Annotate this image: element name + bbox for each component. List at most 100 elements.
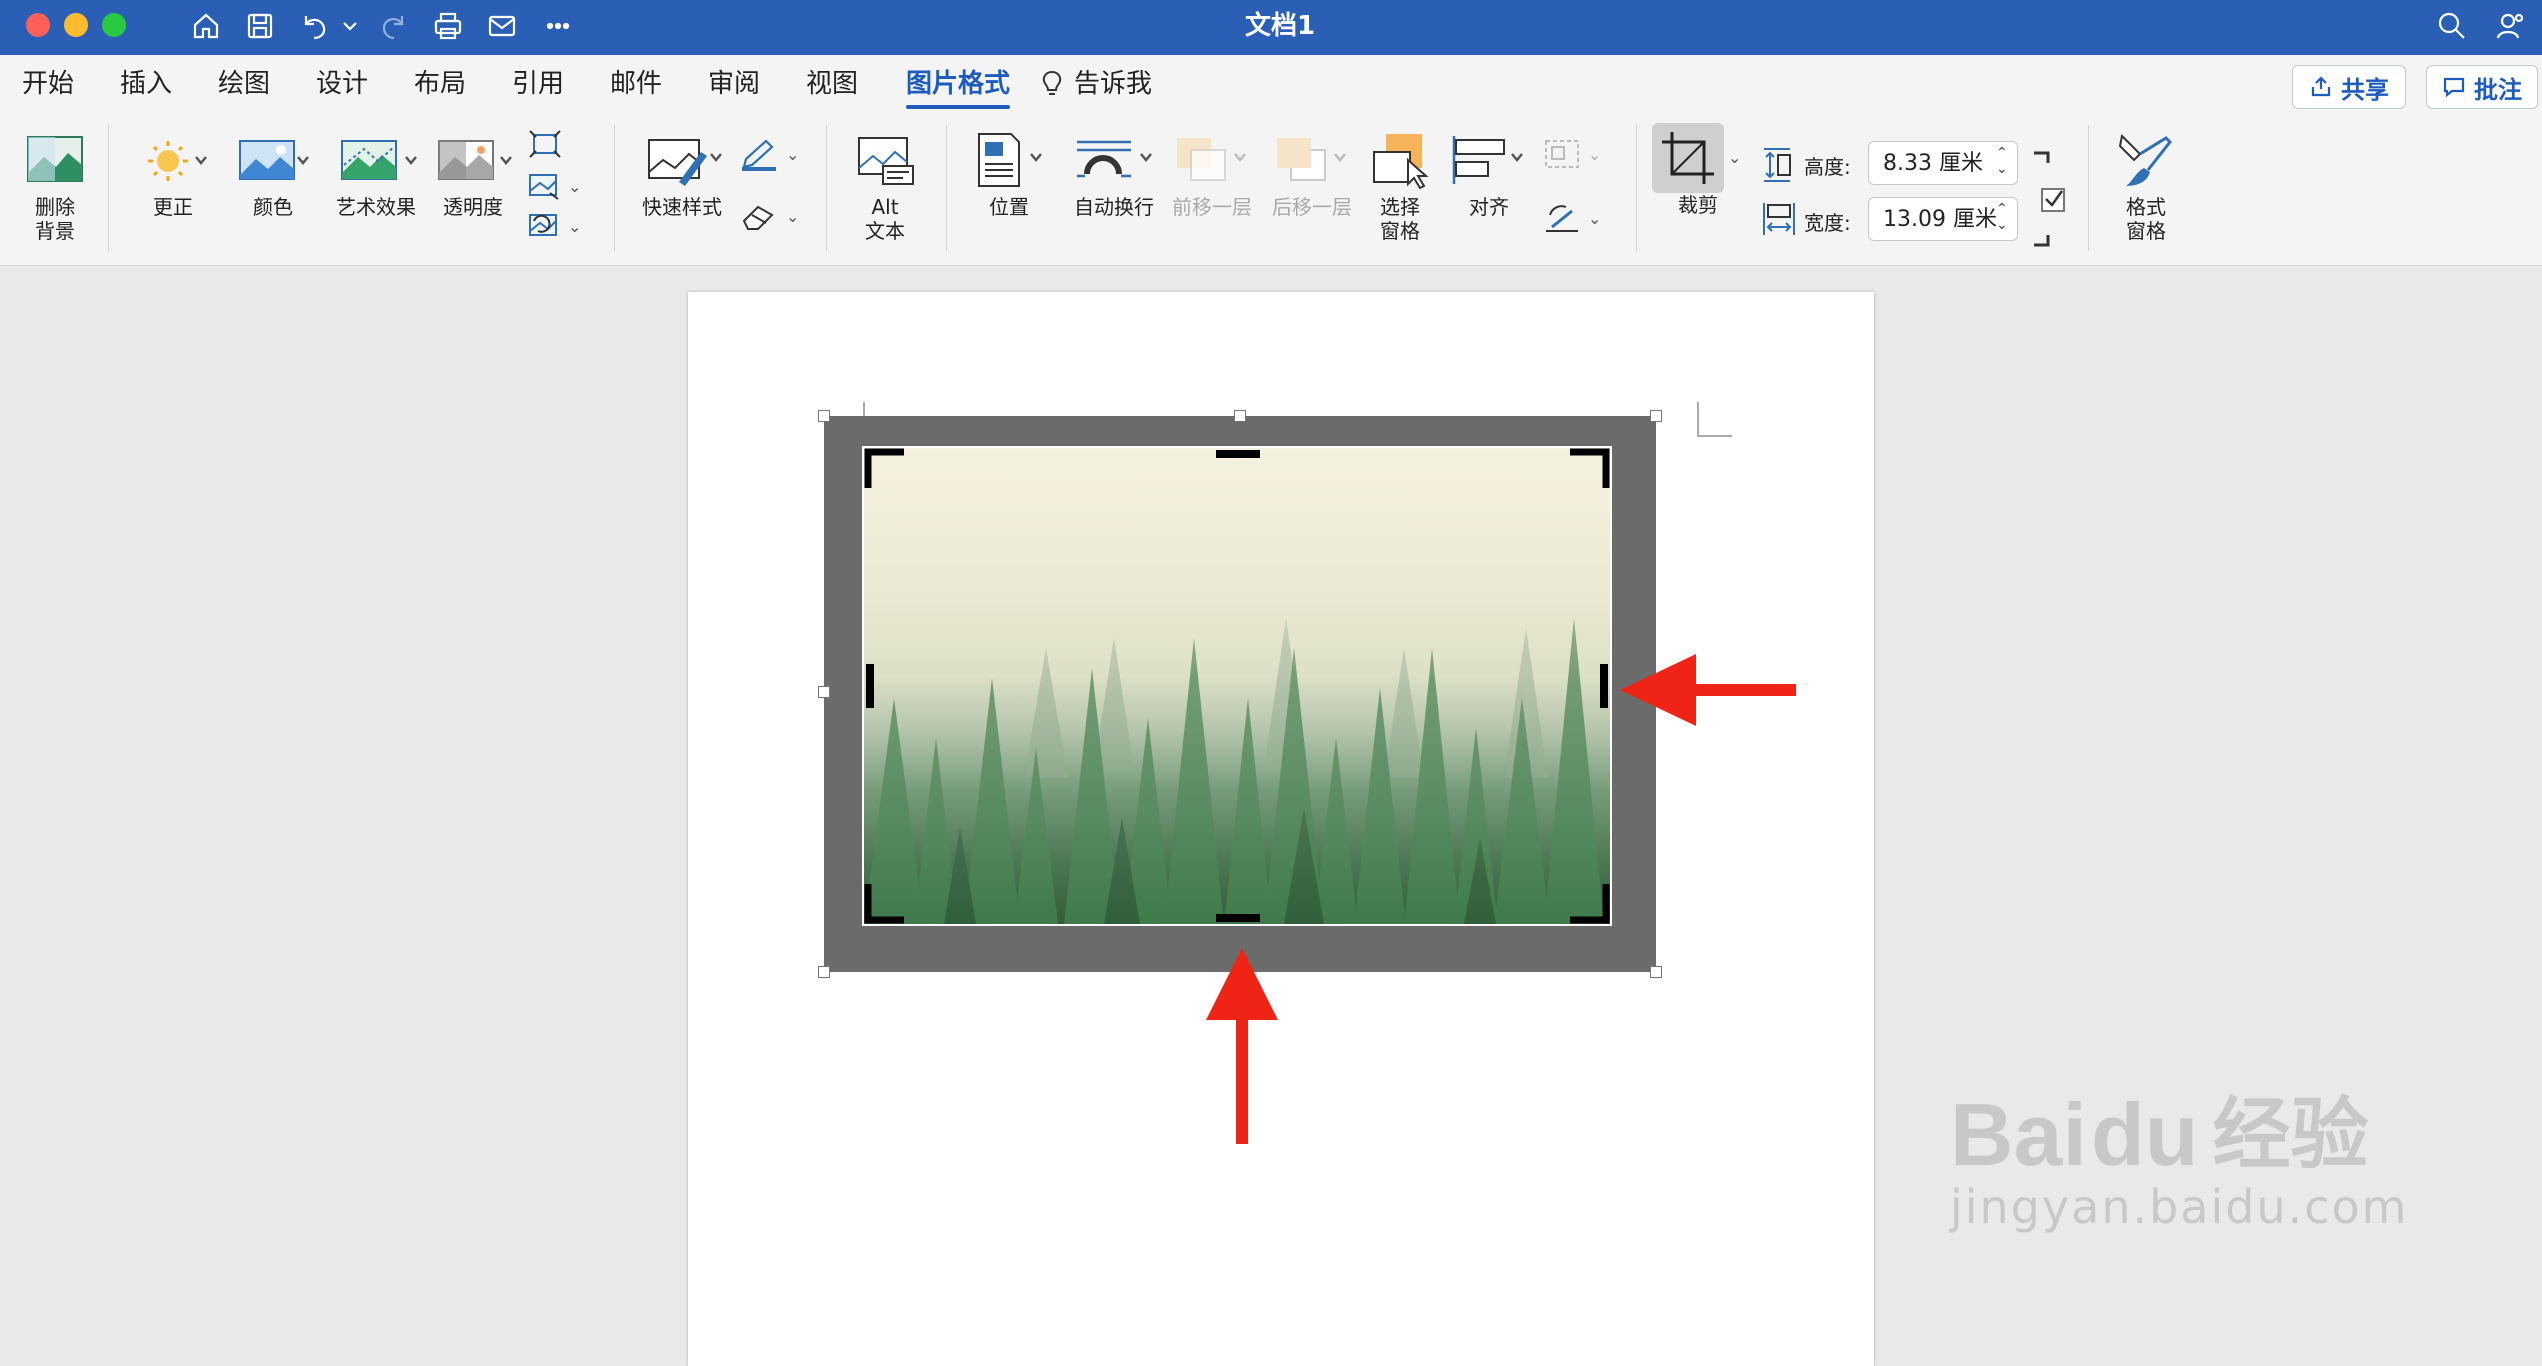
crop-dropdown-icon[interactable]: ⌄	[1728, 146, 1741, 170]
wrap-text-button[interactable]: 自动换行	[1062, 125, 1166, 219]
alt-text-label-line1: Alt	[871, 195, 899, 219]
width-stepper[interactable]: ⌃ ⌄	[1996, 201, 2008, 233]
transparency-button[interactable]: 透明度	[426, 125, 520, 219]
ribbon-separator	[1636, 125, 1637, 251]
resize-handle-left[interactable]	[818, 686, 830, 698]
height-label: 高度:	[1804, 155, 1851, 179]
tab-draw[interactable]: 绘图	[218, 67, 270, 101]
alt-text-button[interactable]: Alt 文本	[842, 125, 928, 243]
ribbon-toolbar: 删除 背景 更正 颜色 艺术效果 透明度 ⌄ ⌄ 快速样式 ⌄ ⌄ Alt 文本…	[0, 115, 2542, 266]
lightbulb-icon	[1042, 70, 1062, 95]
change-picture-dropdown-icon[interactable]: ⌄	[568, 177, 581, 196]
tab-layout[interactable]: 布局	[414, 67, 466, 101]
format-pane-button[interactable]: 格式 窗格	[2106, 125, 2186, 243]
reset-picture-dropdown-icon[interactable]: ⌄	[568, 217, 581, 236]
mail-icon[interactable]	[482, 8, 522, 44]
save-icon[interactable]	[240, 8, 280, 44]
quick-styles-label: 快速样式	[642, 195, 722, 219]
selection-pane-label-line1: 选择	[1380, 195, 1420, 219]
tab-mailings[interactable]: 邮件	[610, 67, 662, 101]
search-icon[interactable]	[2432, 8, 2472, 44]
resize-handle-bottom-left[interactable]	[818, 966, 830, 978]
tell-me-label: 告诉我	[1074, 69, 1153, 99]
resize-handle-bottom-right[interactable]	[1650, 966, 1662, 978]
paintbrush-icon	[2118, 133, 2173, 186]
tab-design[interactable]: 设计	[316, 67, 368, 101]
group-dropdown-icon[interactable]: ⌄	[1588, 145, 1601, 164]
resize-handle-top-left[interactable]	[818, 410, 830, 422]
tab-picture-format[interactable]: 图片格式	[906, 67, 1011, 109]
pen-icon	[742, 139, 776, 171]
artistic-effects-button[interactable]: 艺术效果	[326, 125, 426, 219]
ribbon-separator	[946, 125, 947, 251]
crop-handles[interactable]	[864, 448, 1610, 924]
alt-text-icon	[858, 137, 914, 185]
bring-forward-button[interactable]: 前移一层	[1166, 125, 1258, 219]
color-button[interactable]: 颜色	[228, 125, 318, 219]
format-pane-label-line2: 窗格	[2126, 219, 2166, 243]
tab-references[interactable]: 引用	[512, 67, 564, 101]
send-backward-button[interactable]: 后移一层	[1266, 125, 1358, 219]
crop-button[interactable]: ⌄ 裁剪	[1652, 123, 1748, 217]
group-button[interactable]: ⌄	[1542, 137, 1601, 171]
ribbon-separator	[826, 125, 827, 251]
minimize-window-button[interactable]	[64, 13, 88, 37]
selection-pane-button[interactable]: 选择 窗格	[1366, 125, 1434, 243]
picture-color-icon	[239, 140, 309, 180]
picture-effects-button[interactable]: ⌄	[740, 201, 799, 231]
tab-view[interactable]: 视图	[806, 67, 858, 101]
picture-effects-dropdown-icon[interactable]: ⌄	[786, 207, 799, 226]
artistic-effects-label: 艺术效果	[336, 195, 416, 219]
picture-border-dropdown-icon[interactable]: ⌄	[786, 145, 799, 164]
tab-review[interactable]: 审阅	[708, 67, 760, 101]
quick-styles-icon	[648, 139, 722, 186]
ribbon-separator	[108, 125, 109, 251]
comments-button[interactable]: 批注	[2426, 65, 2538, 109]
dropdown-icon[interactable]	[338, 8, 362, 44]
tab-tell-me[interactable]: 告诉我	[1040, 67, 1152, 101]
share-button[interactable]: 共享	[2292, 65, 2406, 109]
watermark-brand: Bai	[1950, 1085, 2087, 1184]
resize-handle-top[interactable]	[1234, 410, 1246, 422]
picture-border-button[interactable]: ⌄	[740, 137, 799, 171]
crop-label: 裁剪	[1678, 193, 1718, 217]
lock-aspect-ratio-icon[interactable]	[2026, 149, 2066, 249]
margin-mark-top-right	[1697, 402, 1732, 437]
alt-text-label-line2: 文本	[865, 219, 905, 243]
tab-insert[interactable]: 插入	[120, 67, 172, 101]
crop-icon	[1652, 123, 1724, 193]
comments-label: 批注	[2474, 75, 2522, 104]
share-icon	[2311, 76, 2331, 97]
close-window-button[interactable]	[26, 13, 50, 37]
eraser-icon	[742, 205, 774, 230]
ribbon-separator	[2088, 125, 2089, 251]
zoom-window-button[interactable]	[102, 13, 126, 37]
reset-picture-button[interactable]: ⌄	[528, 211, 581, 241]
undo-icon[interactable]	[294, 8, 334, 44]
align-button[interactable]: 对齐	[1442, 125, 1536, 219]
baidu-watermark: Bai du 经验 jingyan.baidu.com	[1950, 1085, 2409, 1235]
remove-background-button[interactable]: 删除 背景	[18, 125, 92, 243]
more-icon[interactable]	[538, 8, 578, 44]
corrections-button[interactable]: 更正	[128, 125, 218, 219]
position-button[interactable]: 位置	[964, 125, 1054, 219]
format-pane-label-line1: 格式	[2126, 195, 2166, 219]
remove-background-icon	[18, 125, 92, 195]
change-picture-button[interactable]: ⌄	[528, 171, 581, 201]
rotate-button[interactable]: ⌄	[1542, 201, 1601, 235]
compress-pictures-button[interactable]	[528, 129, 562, 159]
resize-handle-top-right[interactable]	[1650, 410, 1662, 422]
account-icon[interactable]	[2490, 8, 2530, 44]
watermark-url: jingyan.baidu.com	[1950, 1180, 2409, 1234]
rotate-dropdown-icon[interactable]: ⌄	[1588, 209, 1601, 228]
home-icon[interactable]	[186, 8, 226, 44]
ribbon-tabs: 开始 插入 绘图 设计 布局 引用 邮件 审阅 视图 图片格式 告诉我 共享 批…	[0, 55, 2542, 115]
quick-styles-button[interactable]: 快速样式	[630, 125, 734, 219]
print-icon[interactable]	[428, 8, 468, 44]
tab-home[interactable]: 开始	[22, 67, 74, 101]
compress-pictures-icon	[529, 130, 561, 158]
height-stepper[interactable]: ⌃ ⌄	[1996, 145, 2008, 177]
rotate-icon	[1546, 205, 1578, 232]
redo-icon[interactable]	[374, 8, 414, 44]
ribbon-separator	[614, 125, 615, 251]
